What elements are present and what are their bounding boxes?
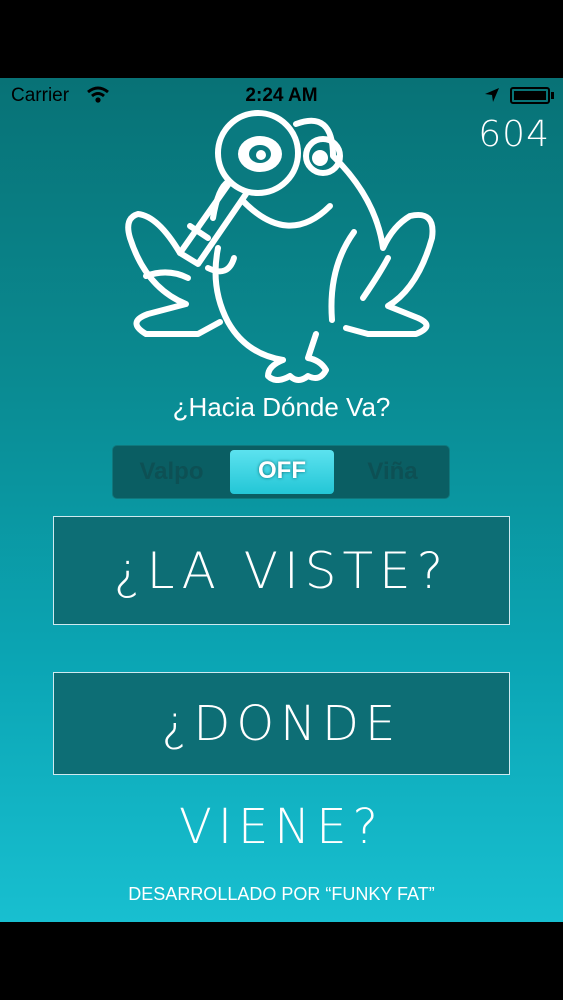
frog-detective-logo	[125, 110, 436, 383]
developer-credit: DESARROLLADO POR “FUNKY FAT”	[128, 884, 435, 904]
battery-icon	[510, 87, 550, 104]
top-letterbox	[0, 0, 563, 78]
destination-selector: Valpo OFF Viña	[112, 445, 450, 499]
destination-question: ¿Hacia Dónde Va?	[172, 392, 391, 422]
status-time: 2:24 AM	[245, 85, 318, 106]
battery-tip	[551, 92, 554, 99]
counter-value: 604	[478, 114, 550, 155]
bottom-letterbox	[0, 922, 563, 1000]
saw-it-button[interactable]: ¿LA VISTE?	[53, 516, 510, 625]
where-coming-button[interactable]: ¿DONDE VIENE?	[53, 672, 510, 855]
segment-off[interactable]: OFF	[230, 450, 334, 494]
segment-vina[interactable]: Viña	[334, 446, 451, 498]
app-screen: Carrier 2:24 AM 604 ¿Hacia Dónde Va? Val…	[0, 78, 563, 922]
location-arrow-icon	[485, 88, 499, 102]
segment-valpo[interactable]: Valpo	[113, 446, 230, 498]
